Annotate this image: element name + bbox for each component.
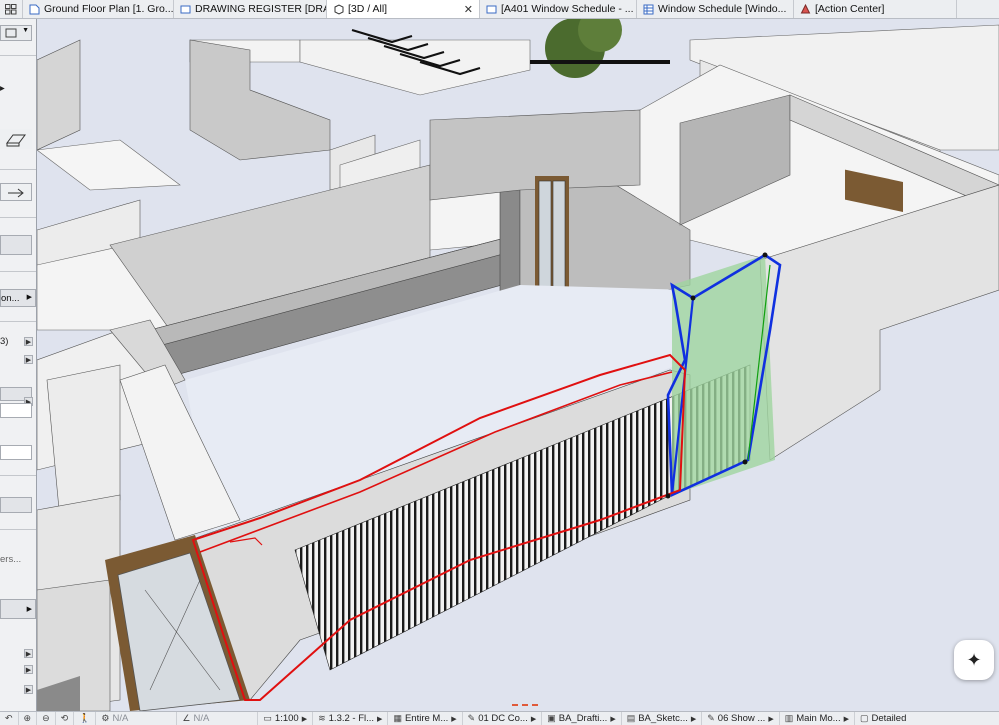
chevron-right-icon: ▶ [610, 715, 616, 723]
structure-icon: ▦ [393, 713, 402, 723]
renovation-label: 06 Show ... [717, 713, 766, 724]
chevron-right-icon: ▶ [843, 715, 849, 723]
graphic-override-selector[interactable]: ▤ BA_Sketc... ▶ [622, 712, 703, 725]
chevron-right-icon: ▶ [377, 715, 383, 723]
layout-icon [486, 4, 497, 15]
structure-label: Entire M... [404, 713, 449, 724]
undo-icon[interactable]: ↶ [0, 712, 19, 725]
zoom-out-icon[interactable]: ⊖ [37, 712, 56, 725]
pen-set-selector[interactable]: ✎ 01 DC Co... ▶ [463, 712, 543, 725]
layout-icon [180, 4, 191, 15]
chevron-right-icon[interactable]: ▶ [24, 649, 33, 658]
tab-ground-floor-plan[interactable]: Ground Floor Plan [1. Gro... [23, 0, 174, 18]
chevron-down-icon: ▼ [22, 27, 29, 34]
left-palette: ▼ ▸ on... ▶ 3) ▶ ▶ ▶ ers... ▶ ▶ ▶ ▶ [0, 19, 37, 711]
chevron-right-icon[interactable]: ▶ [24, 685, 33, 694]
chevron-right-icon: ▶ [26, 294, 32, 301]
chevron-right-icon[interactable]: ▶ [24, 355, 33, 364]
scale-label: 1:100 [274, 713, 299, 724]
combo-field-2[interactable]: ▶ [0, 599, 36, 619]
schedule-icon [643, 4, 654, 15]
splitter-handle[interactable] [512, 704, 538, 710]
tab-action-center[interactable]: [Action Center] [794, 0, 957, 18]
chevron-right-icon: ▶ [451, 715, 457, 723]
scale-selector[interactable]: ▭ 1:100 ▶ [258, 712, 314, 725]
close-tab-icon[interactable]: ✕ [464, 3, 473, 16]
pen-set-label: 01 DC Co... [478, 713, 528, 724]
override-label: BA_Sketc... [638, 713, 688, 724]
palette-caret: ▸ [0, 83, 5, 94]
mvo-icon: ▣ [547, 713, 556, 723]
tab-label: DRAWING REGISTER [DRA... [195, 3, 327, 15]
ai-assistant-button[interactable]: ✦ [954, 640, 994, 680]
layers-icon: ≋ [318, 713, 326, 723]
override-icon: ▤ [626, 713, 636, 723]
zoom-in-icon[interactable]: ⊕ [19, 712, 38, 725]
tab-window-schedule[interactable]: Window Schedule [Windo... [637, 0, 794, 18]
layer-combo-label: 1.3.2 - Fl... [328, 713, 375, 724]
walk-icon[interactable]: 🚶 [74, 712, 97, 725]
chevron-right-icon: ▶ [301, 715, 308, 723]
chevron-right-icon: ▶ [690, 715, 697, 723]
value-field-1[interactable] [0, 403, 32, 418]
scale-icon: ▭ [263, 713, 272, 723]
renovation-filter-selector[interactable]: ✎ 06 Show ... ▶ [702, 712, 780, 725]
input-field-3[interactable] [0, 497, 32, 513]
tab-overview-icon[interactable] [0, 0, 23, 18]
sparkle-icon: ✦ [966, 649, 982, 670]
quick-options-bar: ↶ ⊕ ⊖ ⟲ 🚶 ⚙ N/A ∠ N/A ▭ 1:100 ▶ ≋ 1.3.2 … [0, 711, 999, 725]
grid-icon: ⚙ [101, 713, 110, 723]
3d-viewport[interactable] [37, 19, 999, 711]
3d-model-scene[interactable] [37, 19, 999, 711]
action-center-icon [800, 3, 811, 15]
angle-icon: ∠ [182, 713, 191, 723]
model-view-options-selector[interactable]: ▣ BA_Drafti... ▶ [542, 712, 622, 725]
structure-display-selector[interactable]: ▦ Entire M... ▶ [388, 712, 463, 725]
na-label: N/A [193, 713, 210, 724]
3d-view-icon [333, 3, 344, 15]
sloped-wall-icon[interactable] [0, 129, 32, 149]
model-filter-selector[interactable]: ▥ Main Mo... ▶ [780, 712, 855, 725]
status-na-1[interactable]: ⚙ N/A [96, 712, 178, 725]
combo-field-1[interactable]: on... ▶ [0, 289, 36, 307]
view-tab-bar: Ground Floor Plan [1. Gro... DRAWING REG… [0, 0, 999, 19]
mvo-label: BA_Drafti... [558, 713, 608, 724]
truncated-label: on... [1, 293, 20, 304]
tab-label: [3D / All] [348, 3, 388, 15]
status-na-2[interactable]: ∠ N/A [177, 712, 259, 725]
model-icon: ▥ [784, 713, 794, 723]
tab-label: [Action Center] [815, 3, 885, 15]
chevron-right-icon: ▶ [768, 715, 774, 723]
tab-label: Ground Floor Plan [1. Gro... [44, 3, 174, 15]
tab-label: Window Schedule [Windo... [658, 3, 787, 15]
layer-combination-selector[interactable]: ≋ 1.3.2 - Fl... ▶ [313, 712, 389, 725]
orbit-icon[interactable]: ⟲ [56, 712, 75, 725]
detail-icon: ▢ [859, 713, 869, 723]
chevron-right-icon[interactable]: ▶ [24, 665, 33, 674]
na-label: N/A [112, 713, 129, 724]
chevron-right-icon[interactable]: ▶ [24, 337, 33, 346]
chevron-right-icon: ▶ [530, 715, 537, 723]
pen-icon: ✎ [467, 713, 476, 723]
detail-label: Detailed [871, 713, 907, 724]
reference-line-icon[interactable] [0, 183, 32, 201]
geometry-method-dropdown[interactable]: ▼ [0, 25, 32, 41]
chevron-right-icon: ▶ [26, 606, 32, 613]
tab-drawing-register[interactable]: DRAWING REGISTER [DRA... [174, 0, 327, 18]
settings-field[interactable] [0, 235, 32, 255]
detail-level-selector[interactable]: ▢ Detailed [855, 712, 911, 725]
tab-a401-window-schedule[interactable]: [A401 Window Schedule - ... [480, 0, 637, 18]
tab-3d-all[interactable]: [3D / All] ✕ [327, 0, 480, 18]
model-view-label: Main Mo... [796, 713, 841, 724]
tab-label: [A401 Window Schedule - ... [501, 3, 634, 15]
floor-plan-icon [29, 4, 40, 15]
truncated-label-3: ers... [0, 554, 22, 565]
renovation-icon: ✎ [707, 713, 715, 723]
value-field-2[interactable] [0, 445, 32, 460]
